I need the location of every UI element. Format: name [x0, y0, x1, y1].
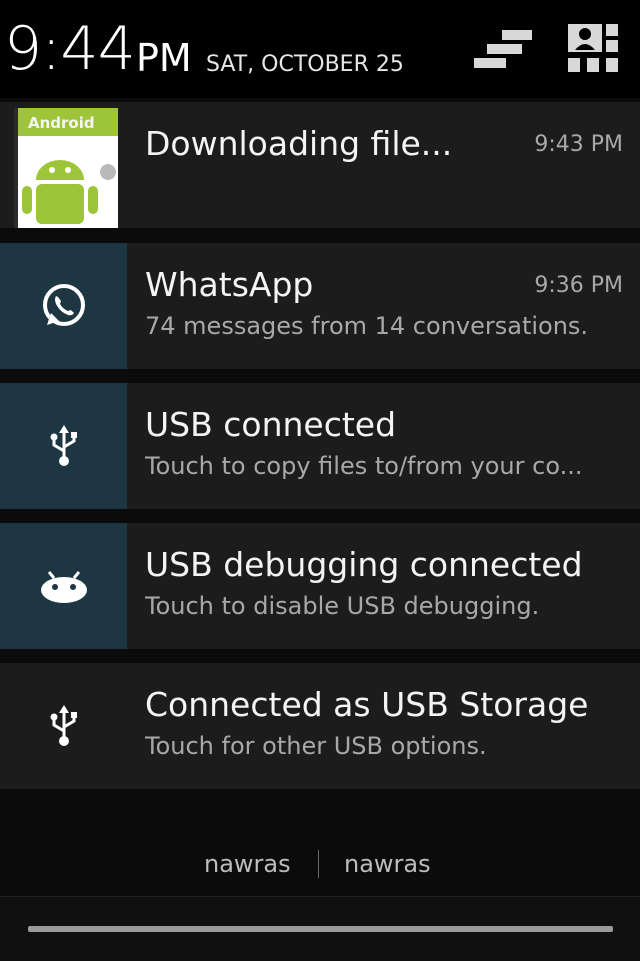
clock-ampm: PM: [136, 36, 192, 80]
notification-clear-icon[interactable]: [470, 24, 536, 76]
notification-title: Downloading file...: [145, 124, 453, 163]
notification-icon-box: [0, 663, 127, 789]
notification-usb-storage[interactable]: Connected as USB Storage Touch for other…: [0, 663, 640, 789]
carrier-label-sim2: nawras: [344, 850, 431, 878]
notification-downloading[interactable]: Android Downloading file... 9:43 PM: [0, 102, 640, 228]
usb-icon: [50, 425, 77, 466]
clock-date: SAT, OCTOBER 25: [206, 52, 404, 77]
android-debug-icon: [40, 571, 87, 603]
notification-time: 9:43 PM: [534, 132, 623, 157]
notification-subtitle: Touch to copy files to/from your co...: [145, 452, 583, 480]
notification-whatsapp[interactable]: WhatsApp 74 messages from 14 conversatio…: [0, 243, 640, 369]
thumbnail-label: Android: [28, 114, 95, 132]
notification-icon-box: [0, 523, 127, 649]
android-download-thumbnail: Android: [14, 108, 118, 228]
notification-icon-box: Android: [0, 102, 127, 228]
notification-icon-box: [0, 383, 127, 509]
carrier-label-sim1: nawras: [204, 850, 291, 878]
notification-title: Connected as USB Storage: [145, 685, 589, 724]
notification-usb-connected[interactable]: USB connected Touch to copy files to/fro…: [0, 383, 640, 509]
clock-time: 9:44: [4, 14, 136, 84]
shade-drag-handle[interactable]: [28, 926, 613, 932]
notification-time: 9:36 PM: [534, 273, 623, 298]
notification-subtitle: Touch to disable USB debugging.: [145, 592, 540, 620]
notification-icon-box: [0, 243, 127, 369]
usb-icon: [50, 705, 77, 746]
notification-shade-header: 9:44 PM SAT, OCTOBER 25: [0, 0, 640, 98]
notification-title: WhatsApp: [145, 265, 314, 304]
notification-title: USB connected: [145, 405, 397, 444]
whatsapp-icon: [42, 284, 85, 326]
notification-title: USB debugging connected: [145, 545, 583, 584]
quick-settings-icon[interactable]: [566, 22, 620, 76]
carrier-divider: [318, 850, 319, 878]
notification-subtitle: 74 messages from 14 conversations.: [145, 312, 589, 340]
notification-subtitle: Touch for other USB options.: [145, 732, 487, 760]
notification-usb-debugging[interactable]: USB debugging connected Touch to disable…: [0, 523, 640, 649]
